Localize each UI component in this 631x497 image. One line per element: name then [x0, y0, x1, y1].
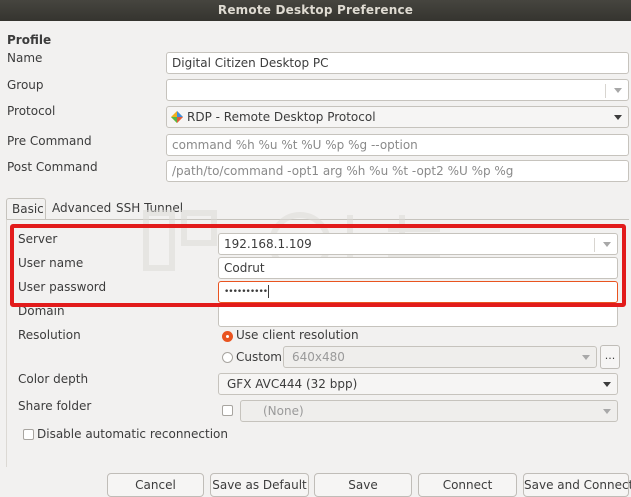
tab-ssh-tunnel[interactable]: SSH Tunnel	[111, 198, 188, 220]
custom-resolution-combo[interactable]: 640x480	[283, 346, 597, 368]
save-button[interactable]: Save	[314, 473, 412, 497]
protocol-value: RDP - Remote Desktop Protocol	[187, 110, 376, 124]
cancel-button[interactable]: Cancel	[107, 473, 204, 497]
save-as-default-button[interactable]: Save as Default	[210, 473, 309, 497]
password-mask: ••••••••••	[224, 287, 268, 297]
share-folder-value: (None)	[263, 404, 304, 418]
chevron-down-icon	[603, 382, 611, 387]
tab-advanced[interactable]: Advanced	[47, 198, 116, 220]
chevron-down-icon	[603, 409, 611, 414]
password-label: User password	[18, 280, 107, 294]
server-value: 192.168.1.109	[224, 237, 312, 251]
chevron-down-icon	[582, 355, 590, 360]
custom-resolution-radio[interactable]	[222, 352, 233, 363]
chevron-down-icon[interactable]	[603, 242, 611, 247]
custom-resolution-more-button[interactable]: ...	[600, 345, 620, 369]
domain-field[interactable]	[218, 305, 618, 327]
disable-reconnect-checkbox[interactable]	[23, 429, 34, 440]
color-depth-value: GFX AVC444 (32 bpp)	[227, 377, 358, 391]
custom-resolution-label[interactable]: Custom	[236, 350, 282, 364]
color-depth-label: Color depth	[18, 372, 89, 386]
profile-section-title: Profile	[7, 33, 52, 47]
server-label: Server	[18, 232, 58, 246]
pre-command-label: Pre Command	[7, 134, 92, 148]
name-label: Name	[7, 51, 43, 65]
save-and-connect-button[interactable]: Save and Connect	[523, 473, 631, 497]
group-label: Group	[7, 78, 44, 92]
chevron-down-icon	[614, 115, 622, 120]
post-command-label: Post Command	[7, 160, 98, 174]
name-field[interactable]: Digital Citizen Desktop PC	[166, 52, 629, 74]
protocol-combo[interactable]: RDP - Remote Desktop Protocol	[166, 106, 629, 128]
window-title: Remote Desktop Preference	[0, 0, 631, 21]
group-combo[interactable]	[166, 79, 629, 101]
rdp-protocol-icon	[171, 111, 183, 123]
server-combo[interactable]: 192.168.1.109	[218, 233, 618, 255]
username-field[interactable]: Codrut	[218, 257, 618, 279]
chevron-down-icon[interactable]	[614, 88, 622, 93]
color-depth-combo[interactable]: GFX AVC444 (32 bpp)	[218, 373, 618, 395]
disable-reconnect-label[interactable]: Disable automatic reconnection	[37, 427, 228, 441]
connect-button[interactable]: Connect	[418, 473, 517, 497]
pre-command-field[interactable]: command %h %u %t %U %p %g --option	[166, 134, 629, 156]
custom-resolution-value: 640x480	[292, 350, 345, 364]
share-folder-combo[interactable]: (None)	[240, 400, 618, 422]
username-label: User name	[18, 256, 84, 270]
domain-label: Domain	[18, 304, 65, 318]
share-folder-checkbox[interactable]	[222, 405, 233, 416]
tab-basic[interactable]: Basic	[6, 198, 46, 220]
password-field[interactable]: ••••••••••	[218, 281, 618, 303]
resolution-label: Resolution	[18, 328, 81, 342]
use-client-resolution-radio[interactable]	[222, 331, 233, 342]
protocol-label: Protocol	[7, 104, 56, 118]
share-folder-label: Share folder	[18, 399, 92, 413]
use-client-resolution-label[interactable]: Use client resolution	[236, 328, 359, 342]
post-command-field[interactable]: /path/to/command -opt1 arg %h %u %t -opt…	[166, 160, 629, 182]
